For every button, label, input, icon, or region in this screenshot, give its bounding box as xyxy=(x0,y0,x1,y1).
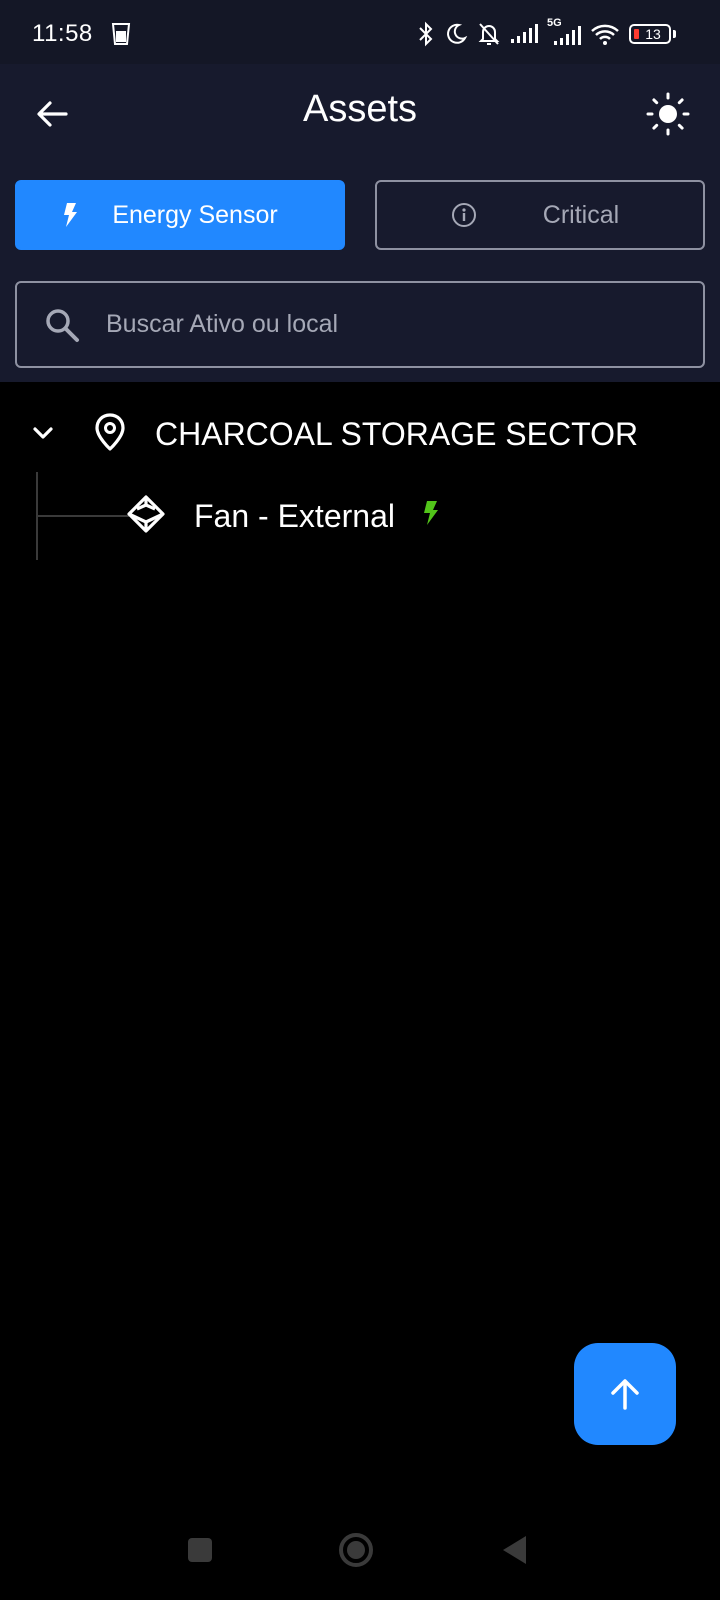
header: 11:58 5G 13 Assets Energy Sensor Critica… xyxy=(0,0,720,382)
battery-level: 13 xyxy=(645,26,661,42)
tree-node-asset[interactable]: Fan - External xyxy=(126,488,686,544)
location-pin-icon xyxy=(95,413,125,451)
moon-icon xyxy=(447,23,468,44)
back-nav-button[interactable] xyxy=(500,1534,528,1566)
status-icons: 5G 13 xyxy=(417,17,676,50)
cube-icon xyxy=(127,495,165,533)
home-button[interactable] xyxy=(338,1532,374,1568)
battery-level-fill xyxy=(634,29,639,39)
system-nav-bar xyxy=(0,1500,720,1600)
scroll-to-top-button[interactable] xyxy=(574,1343,676,1445)
status-bar: 11:58 5G 13 xyxy=(0,0,720,64)
chevron-down-icon[interactable] xyxy=(28,418,58,448)
wifi-icon xyxy=(591,24,619,45)
circle-icon xyxy=(339,1533,373,1567)
mute-bell-icon xyxy=(478,23,500,45)
status-time: 11:58 xyxy=(32,20,93,47)
search-icon xyxy=(42,305,82,345)
triangle-left-icon xyxy=(503,1536,526,1564)
signal-icon xyxy=(511,24,538,43)
battery-icon: 13 xyxy=(629,24,671,44)
recents-button[interactable] xyxy=(186,1536,214,1564)
battery-cap xyxy=(673,30,676,38)
critical-filter-label: Critical xyxy=(542,200,620,229)
asset-label: Fan - External xyxy=(194,498,395,534)
critical-filter-button[interactable]: Critical xyxy=(375,180,705,250)
search-field[interactable] xyxy=(15,281,705,368)
sun-icon xyxy=(646,92,690,136)
bluetooth-icon xyxy=(419,21,433,47)
info-circle-icon xyxy=(451,202,477,228)
bolt-icon xyxy=(424,501,438,525)
location-label: CHARCOAL STORAGE SECTOR xyxy=(155,416,639,452)
app-bar: Assets xyxy=(0,64,720,164)
theme-toggle-button[interactable] xyxy=(644,90,692,138)
arrow-up-icon xyxy=(611,1379,639,1410)
cup-icon xyxy=(111,23,131,45)
square-icon xyxy=(188,1538,212,1562)
search-input[interactable] xyxy=(104,309,648,340)
signal-5g-icon: 5G xyxy=(547,17,581,47)
page-title: Assets xyxy=(302,88,418,130)
tree-node-location[interactable]: CHARCOAL STORAGE SECTOR xyxy=(0,402,720,464)
tree-connector-horizontal xyxy=(37,515,129,517)
bolt-icon xyxy=(62,202,78,228)
energy-sensor-filter-button[interactable]: Energy Sensor xyxy=(15,180,345,250)
energy-sensor-filter-label: Energy Sensor xyxy=(112,200,278,229)
